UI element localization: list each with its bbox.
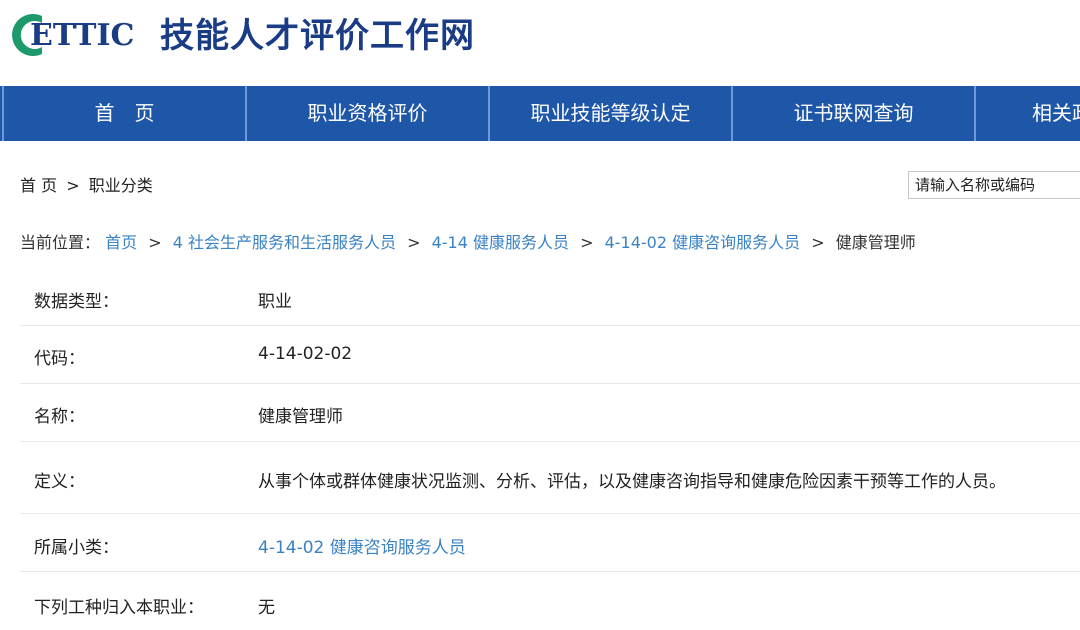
detail-row-data-type: 数据类型： 职业 bbox=[20, 268, 1080, 326]
logo-text: ETTIC bbox=[30, 18, 134, 53]
site-header: ETTIC 技能人才评价工作网 bbox=[0, 0, 1080, 84]
detail-label: 所属小类： bbox=[34, 538, 119, 558]
detail-value: 4-14-02-02 bbox=[258, 344, 353, 364]
breadcrumb-home[interactable]: 首 页 bbox=[20, 176, 57, 195]
site-title: 技能人才评价工作网 bbox=[160, 16, 475, 56]
detail-row-definition: 定义： 从事个体或群体健康状况监测、分析、评估，以及健康咨询指导和健康危险因素干… bbox=[20, 442, 1080, 514]
detail-label: 名称： bbox=[34, 407, 85, 427]
location-link-major-group[interactable]: 4 社会生产服务和生活服务人员 bbox=[173, 233, 396, 252]
detail-value: 从事个体或群体健康状况监测、分析、评估，以及健康咨询指导和健康危险因素干预等工作… bbox=[258, 472, 1006, 492]
nav-item-certificate-query[interactable]: 证书联网查询 bbox=[731, 86, 974, 141]
detail-label: 代码： bbox=[34, 349, 85, 369]
location-separator: > bbox=[811, 233, 825, 252]
main-nav: 首 页 职业资格评价 职业技能等级认定 证书联网查询 相关政 bbox=[0, 86, 1080, 141]
detail-table: 数据类型： 职业 代码： 4-14-02-02 名称： 健康管理师 定义： 从事… bbox=[20, 268, 1080, 630]
location-link-minor-group[interactable]: 4-14-02 健康咨询服务人员 bbox=[605, 233, 801, 252]
location-breadcrumb: 当前位置： 首页 > 4 社会生产服务和生活服务人员 > 4-14 健康服务人员… bbox=[20, 229, 916, 253]
detail-row-subtypes: 下列工种归入本职业： 无 bbox=[20, 572, 1080, 630]
nav-item-skill-level-certification[interactable]: 职业技能等级认定 bbox=[488, 86, 731, 141]
detail-label: 数据类型： bbox=[34, 292, 119, 312]
detail-value: 职业 bbox=[258, 292, 292, 312]
detail-label: 下列工种归入本职业： bbox=[34, 598, 204, 618]
detail-row-code: 代码： 4-14-02-02 bbox=[20, 326, 1080, 384]
breadcrumb-separator: > bbox=[66, 176, 80, 195]
detail-value: 无 bbox=[258, 598, 275, 618]
minor-group-link[interactable]: 4-14-02 健康咨询服务人员 bbox=[258, 533, 466, 558]
detail-label: 定义： bbox=[34, 472, 85, 492]
location-separator: > bbox=[148, 233, 162, 252]
detail-row-minor-group: 所属小类： 4-14-02 健康咨询服务人员 bbox=[20, 514, 1080, 572]
location-current: 健康管理师 bbox=[835, 233, 916, 252]
location-link-middle-group[interactable]: 4-14 健康服务人员 bbox=[432, 233, 569, 252]
location-separator: > bbox=[407, 233, 421, 252]
nav-item-home[interactable]: 首 页 bbox=[2, 86, 245, 141]
nav-item-related-policies[interactable]: 相关政 bbox=[974, 86, 1080, 141]
ettic-logo[interactable]: ETTIC bbox=[12, 12, 140, 58]
nav-item-qualification-evaluation[interactable]: 职业资格评价 bbox=[245, 86, 488, 141]
detail-row-name: 名称： 健康管理师 bbox=[20, 384, 1080, 442]
location-label: 当前位置： bbox=[20, 233, 101, 252]
top-breadcrumb: 首 页 > 职业分类 bbox=[20, 172, 153, 196]
detail-value: 健康管理师 bbox=[258, 407, 343, 427]
search-input[interactable] bbox=[908, 171, 1080, 199]
breadcrumb-current: 职业分类 bbox=[88, 176, 153, 195]
location-separator: > bbox=[580, 233, 594, 252]
location-link-home[interactable]: 首页 bbox=[105, 233, 137, 252]
